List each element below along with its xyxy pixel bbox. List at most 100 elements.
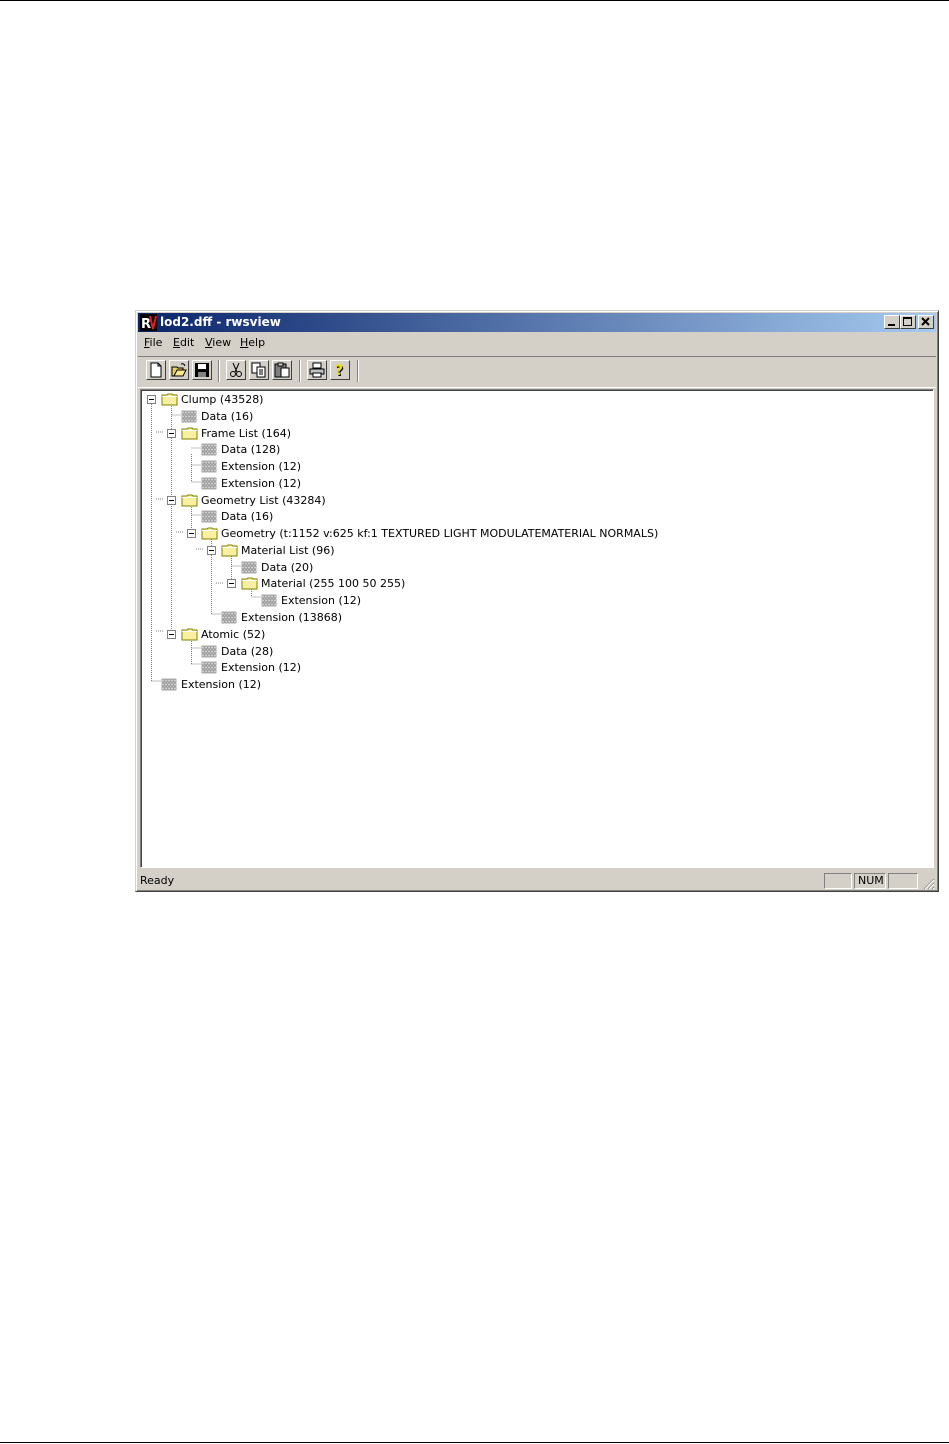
rw-logo-icon: R xyxy=(140,314,157,331)
binary-data-icon xyxy=(241,561,257,573)
tree-data-node[interactable]: Data (16) xyxy=(141,408,921,425)
tree-data-node[interactable]: Extension (12) xyxy=(141,592,921,609)
tree-node-label: Extension (12) xyxy=(181,678,262,692)
collapse-toggle-icon[interactable] xyxy=(167,495,176,505)
collapse-toggle-icon[interactable] xyxy=(167,629,176,639)
binary-data-icon xyxy=(201,645,217,657)
status-cell-scroll xyxy=(888,873,918,889)
status-bar: Ready NUM xyxy=(138,871,936,891)
status-text: Ready xyxy=(140,874,175,887)
tree-node-label: Geometry List (43284) xyxy=(201,493,326,507)
maximize-button[interactable] xyxy=(900,315,916,329)
binary-data-icon xyxy=(181,410,197,423)
status-cell-num: NUM xyxy=(854,873,886,889)
print-button[interactable] xyxy=(307,360,327,380)
menu-view[interactable]: View xyxy=(205,336,231,350)
tree-folder-node[interactable]: Atomic (52) xyxy=(141,626,921,643)
menu-help[interactable]: Help xyxy=(240,336,265,350)
save-icon xyxy=(195,363,209,377)
tree-node-label: Data (20) xyxy=(261,560,314,574)
tree-node-label: Clump (43528) xyxy=(181,393,264,406)
folder-icon xyxy=(181,427,198,440)
tree-data-node[interactable]: Extension (13868) xyxy=(141,609,921,626)
page-bottom-rule xyxy=(0,1442,949,1443)
tree-data-node[interactable]: Extension (12) xyxy=(141,676,921,693)
folder-icon xyxy=(201,527,218,540)
binary-data-icon xyxy=(221,611,237,624)
tree-view[interactable]: Clump (43528) Data (16) Frame List (164) Da… xyxy=(140,389,934,868)
folder-icon xyxy=(161,393,178,406)
maximize-icon xyxy=(903,317,912,326)
tree-folder-node[interactable]: Geometry (t:1152 v:625 kf:1 TEXTURED LIG… xyxy=(141,525,921,542)
help-icon: ?? xyxy=(335,363,344,378)
print-icon xyxy=(309,362,325,378)
collapse-toggle-icon[interactable] xyxy=(167,428,176,438)
minimize-button[interactable] xyxy=(884,315,900,329)
tree-folder-node[interactable]: Clump (43528) xyxy=(141,391,921,408)
toolbar-separator xyxy=(218,360,220,382)
folder-icon xyxy=(221,544,238,557)
tree-folder-node[interactable]: Material List (96) xyxy=(141,542,921,559)
collapse-toggle-icon[interactable] xyxy=(187,529,196,539)
tree-folder-node[interactable]: Material (255 100 50 255) xyxy=(141,575,921,592)
collapse-toggle-icon[interactable] xyxy=(227,579,236,589)
folder-icon xyxy=(241,577,258,590)
title-bar[interactable]: R lod2.dff - rwsview xyxy=(138,313,936,332)
menu-bar: File Edit View Help xyxy=(138,333,936,353)
tree-node-label: Extension (12) xyxy=(221,661,302,675)
copy-button[interactable] xyxy=(249,360,269,380)
binary-data-icon xyxy=(201,511,217,523)
rwsview-window: R lod2.dff - rwsview File Edit View Help xyxy=(135,310,939,892)
tree-node-label: Material (255 100 50 255) xyxy=(261,577,406,591)
open-button[interactable] xyxy=(169,360,189,380)
tree-node-label: Data (128) xyxy=(221,443,281,457)
page-top-rule xyxy=(0,0,949,1)
help-button[interactable]: ?? xyxy=(330,360,350,380)
tree-data-node[interactable]: Extension (12) xyxy=(141,475,921,492)
size-grip-icon[interactable] xyxy=(922,877,935,890)
tree-folder-node[interactable]: Geometry List (43284) xyxy=(141,492,921,509)
close-button[interactable] xyxy=(918,315,934,329)
paste-button[interactable] xyxy=(272,360,292,380)
tree-node-label: Extension (12) xyxy=(221,460,302,474)
tree-data-node[interactable]: Extension (12) xyxy=(141,458,921,475)
folder-icon xyxy=(181,628,198,641)
close-icon xyxy=(921,317,930,326)
minimize-icon xyxy=(888,324,895,326)
save-button[interactable] xyxy=(192,360,212,380)
tree-data-node[interactable]: Extension (12) xyxy=(141,659,921,676)
svg-text:?: ? xyxy=(335,363,343,378)
tree-node-label: Material List (96) xyxy=(241,543,335,557)
tree-node-label: Data (28) xyxy=(221,644,274,658)
cut-icon xyxy=(230,362,242,377)
collapse-toggle-icon[interactable] xyxy=(147,395,156,404)
cut-button[interactable] xyxy=(226,360,246,380)
paste-icon xyxy=(274,362,290,378)
tree-node-label: Geometry (t:1152 v:625 kf:1 TEXTURED LIG… xyxy=(221,527,659,541)
tree-folder-node[interactable]: Frame List (164) xyxy=(141,425,921,442)
tree-node-label: Data (16) xyxy=(221,510,274,524)
tree-data-node[interactable]: Data (16) xyxy=(141,508,921,525)
svg-text:R: R xyxy=(141,317,151,331)
menu-file[interactable]: File xyxy=(144,336,162,350)
binary-data-icon xyxy=(161,678,177,691)
binary-data-icon xyxy=(201,662,217,674)
tree-node-label: Extension (12) xyxy=(221,476,302,490)
tree-node-label: Frame List (164) xyxy=(201,426,292,440)
toolbar-separator xyxy=(299,360,301,382)
binary-data-icon xyxy=(201,443,217,456)
tree-data-node[interactable]: Data (20) xyxy=(141,559,921,576)
menu-edit[interactable]: Edit xyxy=(173,336,194,350)
new-icon xyxy=(150,362,162,378)
tree-node-label: Extension (12) xyxy=(281,594,362,608)
new-button[interactable] xyxy=(146,360,166,380)
status-cell-caps xyxy=(824,873,852,889)
tree-data-node[interactable]: Data (28) xyxy=(141,643,921,660)
folder-icon xyxy=(181,494,198,507)
copy-icon xyxy=(251,362,266,378)
tree-node-label: Extension (13868) xyxy=(241,611,343,624)
binary-data-icon xyxy=(201,460,217,473)
tree-data-node[interactable]: Data (128) xyxy=(141,441,921,458)
open-icon xyxy=(171,363,187,377)
collapse-toggle-icon[interactable] xyxy=(207,545,216,555)
